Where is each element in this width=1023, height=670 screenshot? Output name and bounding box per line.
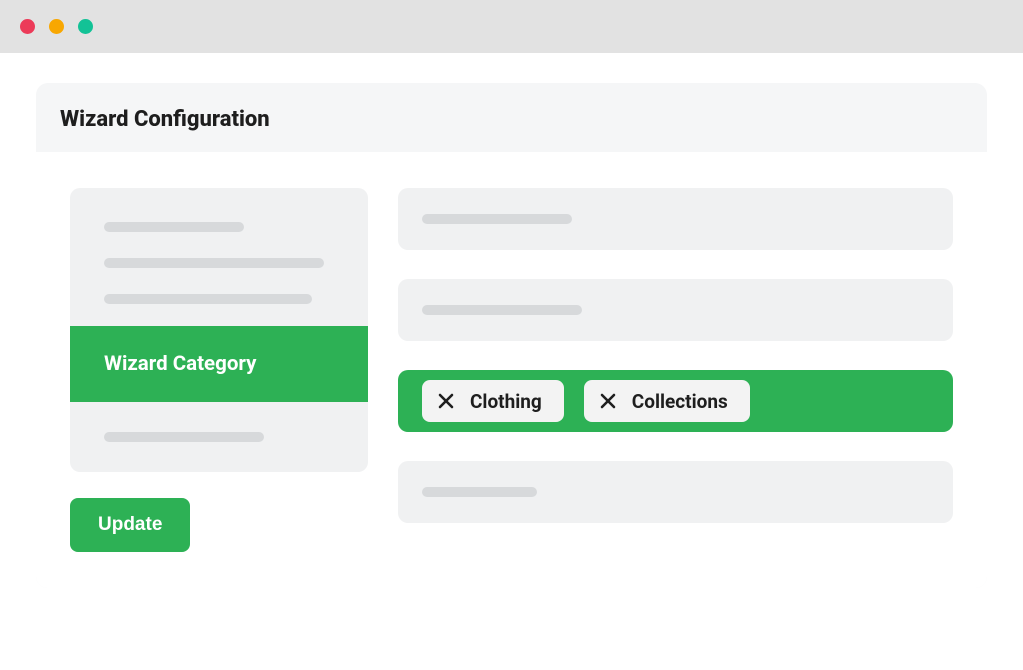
row-placeholder[interactable]	[398, 188, 953, 250]
sidebar-item-placeholder[interactable]	[104, 432, 264, 442]
chip-label: Clothing	[470, 390, 542, 413]
window-titlebar	[0, 0, 1023, 53]
sidebar-bottom-group	[70, 402, 368, 472]
config-card: Wizard Configuration Wizard Category	[36, 83, 987, 588]
window-minimize-dot[interactable]	[49, 19, 64, 34]
row-placeholder[interactable]	[398, 279, 953, 341]
sidebar-active-label: Wizard Category	[104, 352, 256, 376]
card-header: Wizard Configuration	[36, 83, 987, 152]
sidebar-item-placeholder[interactable]	[104, 294, 312, 304]
sidebar-item-wizard-category[interactable]: Wizard Category	[70, 326, 368, 402]
sidebar-item-placeholder[interactable]	[104, 258, 324, 268]
row-placeholder-line	[422, 305, 582, 315]
row-placeholder-line	[422, 487, 537, 497]
close-icon[interactable]	[598, 391, 618, 411]
chip-label: Collections	[632, 390, 728, 413]
sidebar-item-placeholder[interactable]	[104, 222, 244, 232]
page: Wizard Configuration Wizard Category	[0, 53, 1023, 588]
close-icon[interactable]	[436, 391, 456, 411]
chip-collections[interactable]: Collections	[584, 380, 750, 422]
row-placeholder-line	[422, 214, 572, 224]
page-title: Wizard Configuration	[60, 107, 963, 132]
wizard-category-chips-row: Clothing Collections	[398, 370, 953, 432]
card-body: Wizard Category Update	[36, 152, 987, 588]
row-placeholder[interactable]	[398, 461, 953, 523]
chip-clothing[interactable]: Clothing	[422, 380, 564, 422]
sidebar-top-group	[70, 188, 368, 326]
window-close-dot[interactable]	[20, 19, 35, 34]
main-column: Clothing Collections	[398, 188, 953, 523]
update-button[interactable]: Update	[70, 498, 190, 552]
window-zoom-dot[interactable]	[78, 19, 93, 34]
sidebar: Wizard Category Update	[70, 188, 368, 552]
sidebar-panel: Wizard Category	[70, 188, 368, 472]
